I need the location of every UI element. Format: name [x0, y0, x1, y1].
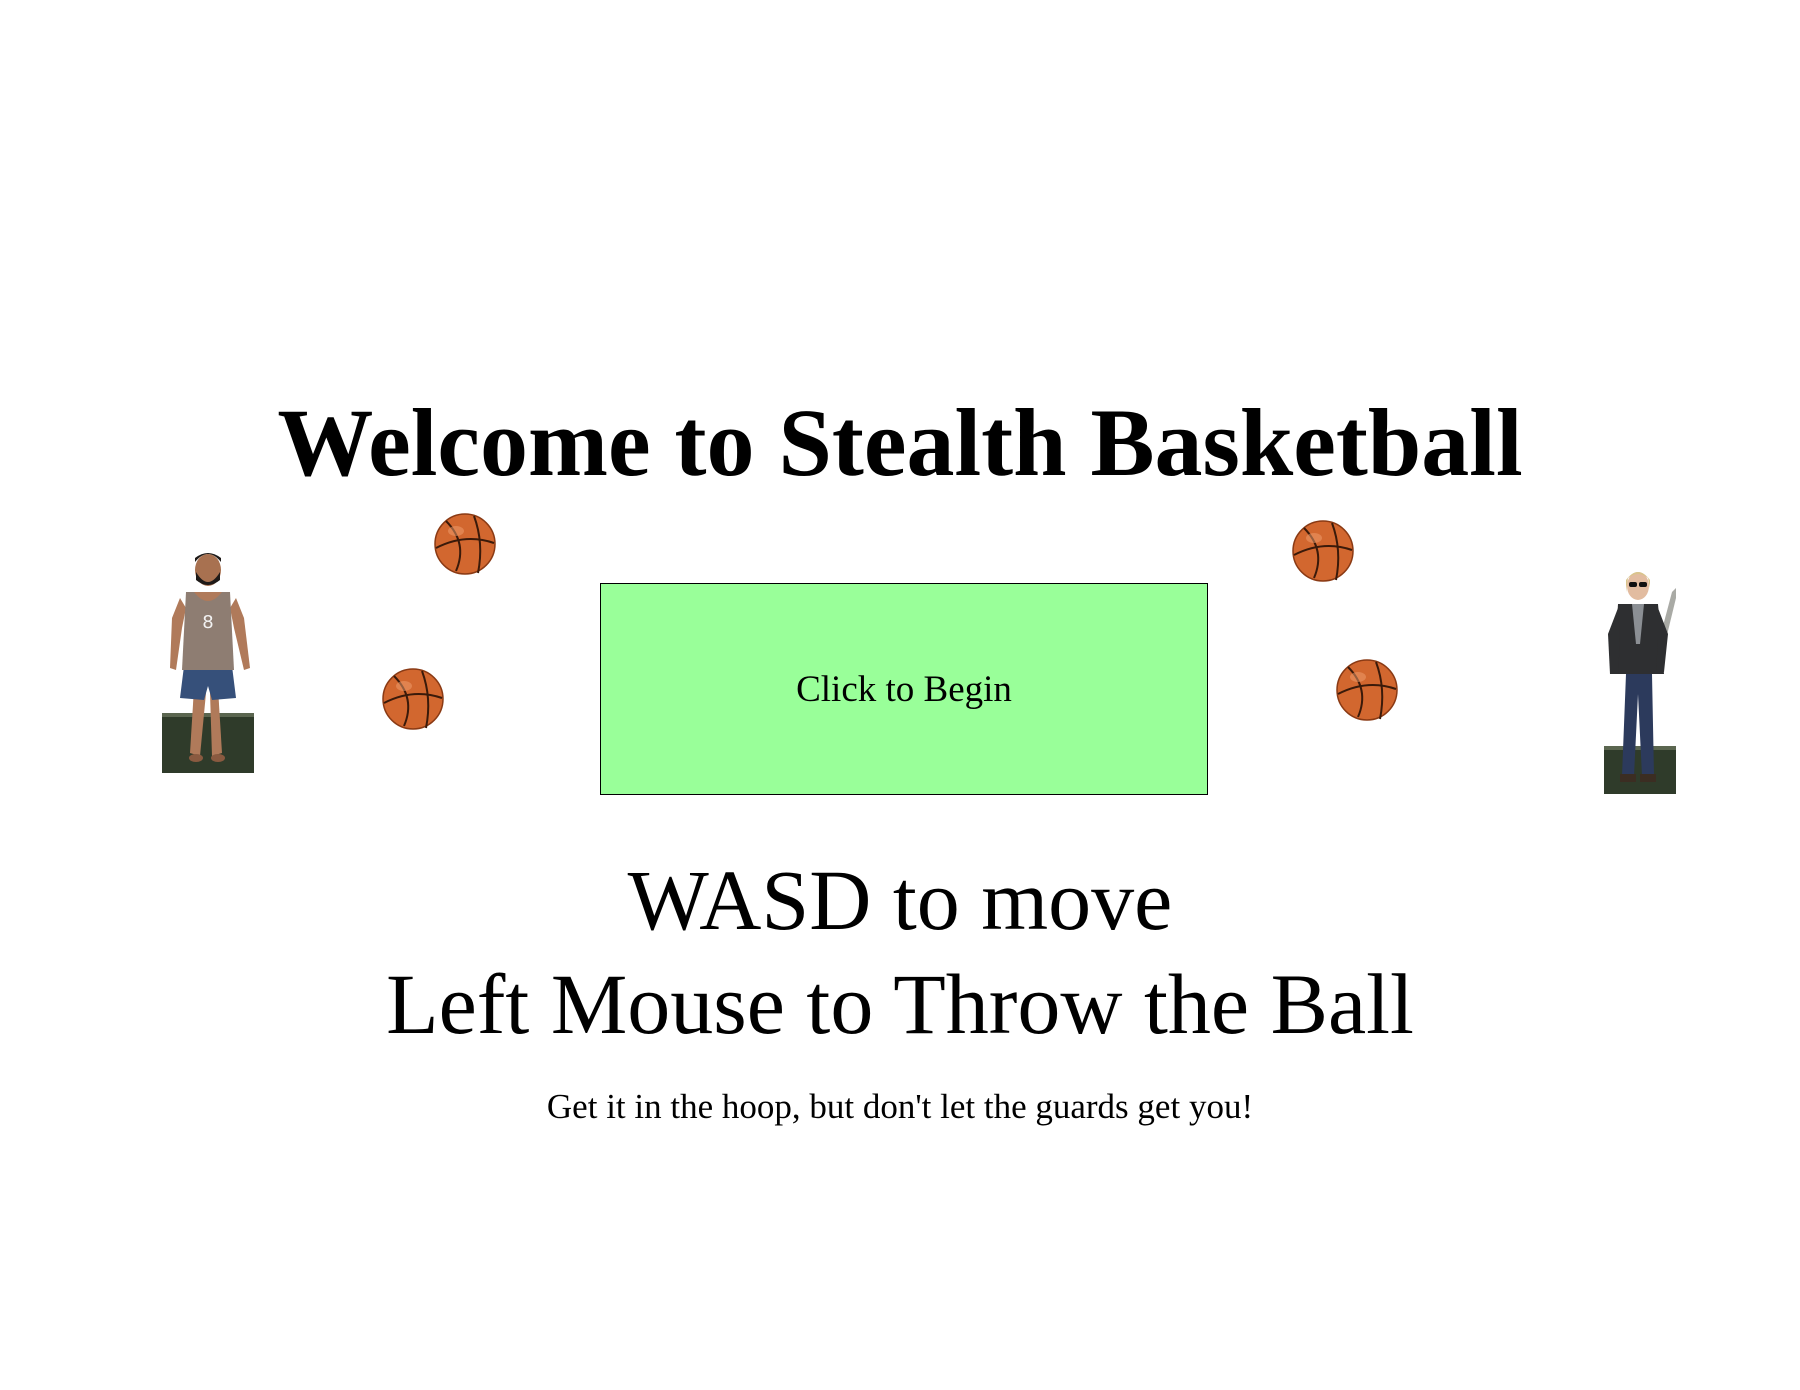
tagline: Get it in the hoop, but don't let the gu…: [546, 1087, 1254, 1126]
game-title: Welcome to Stealth Basketball: [277, 389, 1523, 496]
basketball-icon: [382, 668, 444, 730]
jersey-number: 8: [202, 612, 213, 633]
basketball-icon: [1336, 659, 1398, 721]
basketball-icon: [1292, 520, 1354, 582]
guard-sprite: [1604, 572, 1676, 794]
controls-instructions: WASD to move Left Mouse to Throw the Bal…: [0, 848, 1800, 1056]
title-screen: Welcome to Stealth Basketball 8 Click to…: [0, 0, 1800, 1390]
basketball-icon: [434, 513, 496, 575]
throw-instruction: Left Mouse to Throw the Ball: [386, 956, 1414, 1052]
move-instruction: WASD to move: [627, 852, 1173, 948]
player-sprite: 8: [162, 553, 254, 773]
begin-button[interactable]: Click to Begin: [600, 583, 1208, 795]
